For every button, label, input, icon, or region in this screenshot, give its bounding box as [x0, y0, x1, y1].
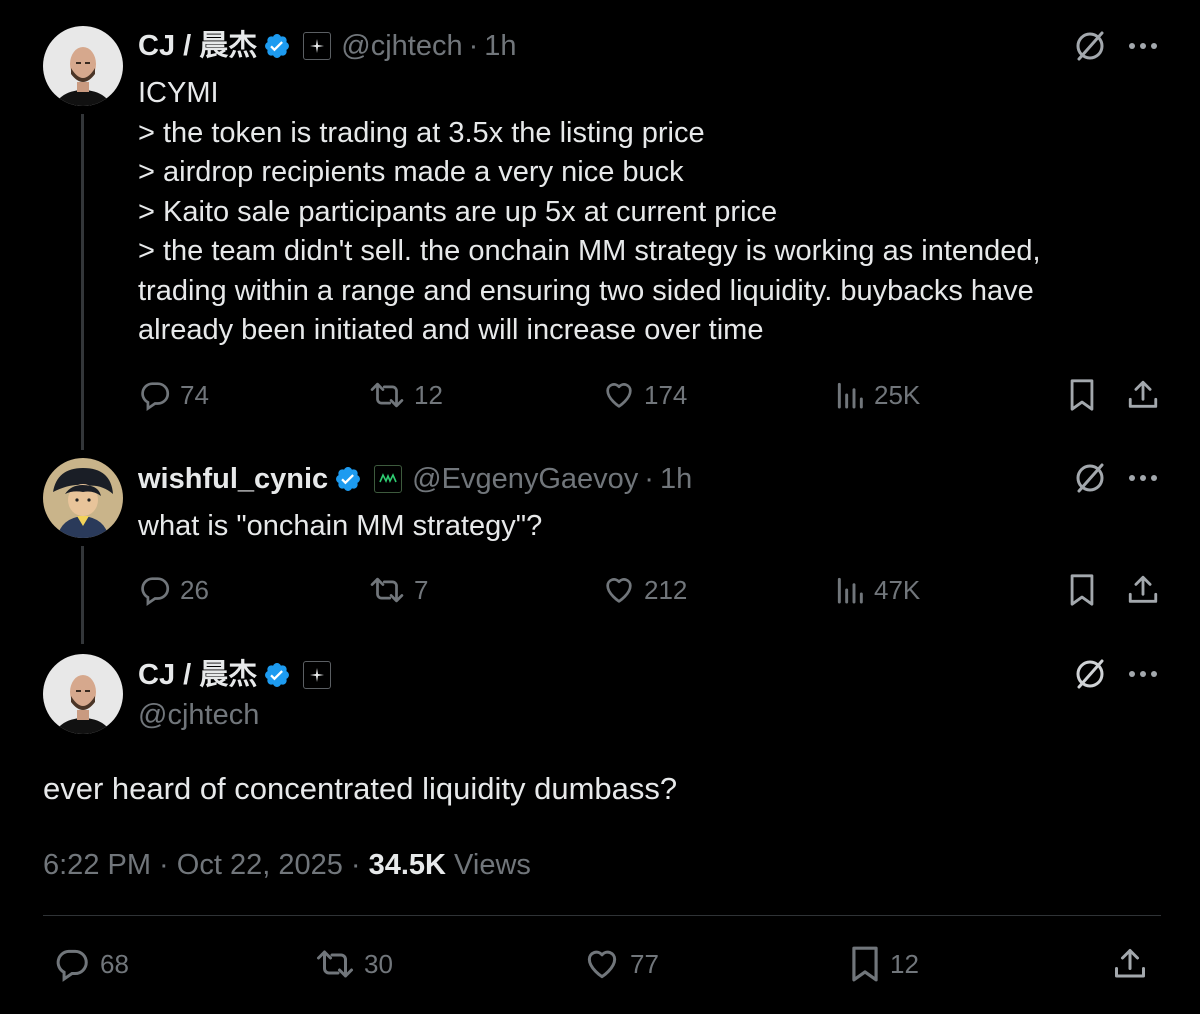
reply-button[interactable]: 74	[138, 376, 209, 414]
thread-line	[81, 114, 84, 450]
tweet-line: already been initiated and will increase…	[138, 314, 764, 346]
reply-icon	[141, 577, 170, 607]
reply-count: 74	[180, 379, 209, 410]
verified-badge-icon	[334, 465, 362, 493]
tweet-line: ever heard of concentrated liquidity dum…	[43, 771, 678, 806]
share-icon	[1128, 380, 1158, 408]
separator: ·	[644, 463, 654, 495]
timestamp[interactable]: 1h	[484, 28, 516, 64]
like-icon	[606, 383, 632, 408]
repost-icon	[370, 577, 404, 603]
divider	[43, 915, 1161, 916]
more-icon[interactable]	[1126, 30, 1160, 62]
grok-icon[interactable]	[1072, 658, 1108, 690]
like-button[interactable]: 212	[602, 571, 687, 609]
views-icon	[837, 382, 863, 409]
repost-button[interactable]: 30	[314, 945, 393, 983]
verified-badge-icon	[263, 661, 291, 689]
avatar[interactable]	[43, 26, 123, 106]
affiliate-badge-icon[interactable]	[303, 32, 332, 60]
reply-count: 26	[180, 574, 209, 605]
grok-icon[interactable]	[1072, 30, 1108, 62]
tweet-meta: 6:22 PM · Oct 22, 2025 · 34.5K Views	[43, 847, 531, 883]
display-name[interactable]: CJ / 晨杰	[138, 28, 257, 64]
handle[interactable]: @EvgenyGaevoy	[412, 461, 638, 497]
verified-badge-icon	[263, 32, 291, 60]
bookmark-icon	[852, 946, 878, 982]
views-count: 25K	[874, 379, 921, 410]
repost-count: 30	[364, 948, 393, 979]
repost-icon	[317, 950, 353, 978]
like-icon	[587, 950, 617, 979]
reply-button[interactable]: 26	[138, 571, 209, 609]
avatar[interactable]	[43, 654, 123, 734]
repost-button[interactable]: 12	[368, 376, 443, 414]
tweet-line: > the team didn't sell. the onchain MM s…	[138, 235, 1041, 267]
tweet-line: trading within a range and ensuring two …	[138, 274, 1034, 307]
affiliate-badge-icon[interactable]	[374, 465, 403, 493]
more-icon[interactable]	[1126, 462, 1160, 494]
share-button[interactable]	[1124, 376, 1162, 414]
tweet-line: ICYMI	[138, 77, 219, 109]
reply-button[interactable]: 68	[52, 945, 129, 983]
tweet-line: > the token is trading at 3.5x the listi…	[138, 116, 705, 149]
bookmark-button[interactable]	[1064, 571, 1100, 609]
tweet-header: CJ / 晨杰 @cjhtech · 1h	[138, 28, 517, 64]
share-icon	[1128, 575, 1158, 603]
main-tweet-text: ever heard of concentrated liquidity dum…	[43, 769, 677, 809]
views-count: 34.5K	[368, 849, 446, 881]
handle[interactable]: @cjhtech	[138, 697, 259, 733]
share-button[interactable]	[1124, 571, 1162, 609]
repost-count: 12	[414, 379, 443, 410]
tweet-line: > airdrop recipients made a very nice bu…	[138, 156, 684, 188]
affiliate-badge-icon[interactable]	[303, 661, 332, 689]
views-count: 47K	[874, 574, 921, 605]
views-button[interactable]: 25K	[834, 376, 920, 414]
like-button[interactable]: 77	[582, 945, 659, 983]
bookmark-button[interactable]: 12	[848, 945, 919, 983]
like-count: 77	[630, 948, 659, 979]
like-button[interactable]: 174	[602, 376, 687, 414]
separator: ·	[468, 30, 479, 62]
tweet-line: > Kaito sale participants are up 5x at c…	[138, 195, 778, 228]
bookmark-button[interactable]	[1064, 376, 1100, 414]
reply-count: 68	[100, 948, 129, 979]
reply-icon	[141, 382, 170, 412]
display-name[interactable]: CJ / 晨杰	[138, 657, 257, 693]
share-button[interactable]	[1110, 945, 1150, 983]
tweet-header: wishful_cynic @EvgenyGaevoy · 1h	[138, 461, 692, 497]
tweet-text: ICYMI > the token is trading at 3.5x the…	[138, 74, 1041, 351]
repost-count: 7	[414, 574, 429, 605]
tweet-text: what is "onchain MM strategy"?	[138, 507, 542, 547]
bookmark-icon	[1070, 379, 1094, 411]
timestamp[interactable]: 6:22 PM · Oct 22, 2025 ·	[43, 849, 369, 881]
views-icon	[837, 577, 863, 604]
grok-icon[interactable]	[1072, 462, 1108, 494]
like-count: 212	[644, 574, 688, 605]
like-count: 174	[644, 379, 688, 410]
views-button[interactable]: 47K	[834, 571, 920, 609]
display-name[interactable]: wishful_cynic	[138, 461, 328, 497]
tweet-line: what is "onchain MM strategy"?	[138, 510, 543, 542]
tweet-header: CJ / 晨杰	[138, 657, 332, 693]
repost-icon	[370, 382, 404, 408]
bookmark-count: 12	[890, 948, 919, 979]
repost-button[interactable]: 7	[368, 571, 428, 609]
handle[interactable]: @cjhtech	[341, 28, 462, 64]
reply-icon	[56, 949, 88, 982]
more-icon[interactable]	[1126, 658, 1160, 690]
avatar[interactable]	[43, 458, 123, 538]
bookmark-icon	[1070, 574, 1094, 606]
share-icon	[1115, 949, 1145, 978]
timestamp[interactable]: 1h	[660, 461, 692, 497]
views-label: Views	[446, 849, 531, 881]
like-icon	[606, 578, 632, 603]
tweet-handle-row: @cjhtech	[128, 697, 259, 733]
thread-line	[81, 546, 84, 644]
